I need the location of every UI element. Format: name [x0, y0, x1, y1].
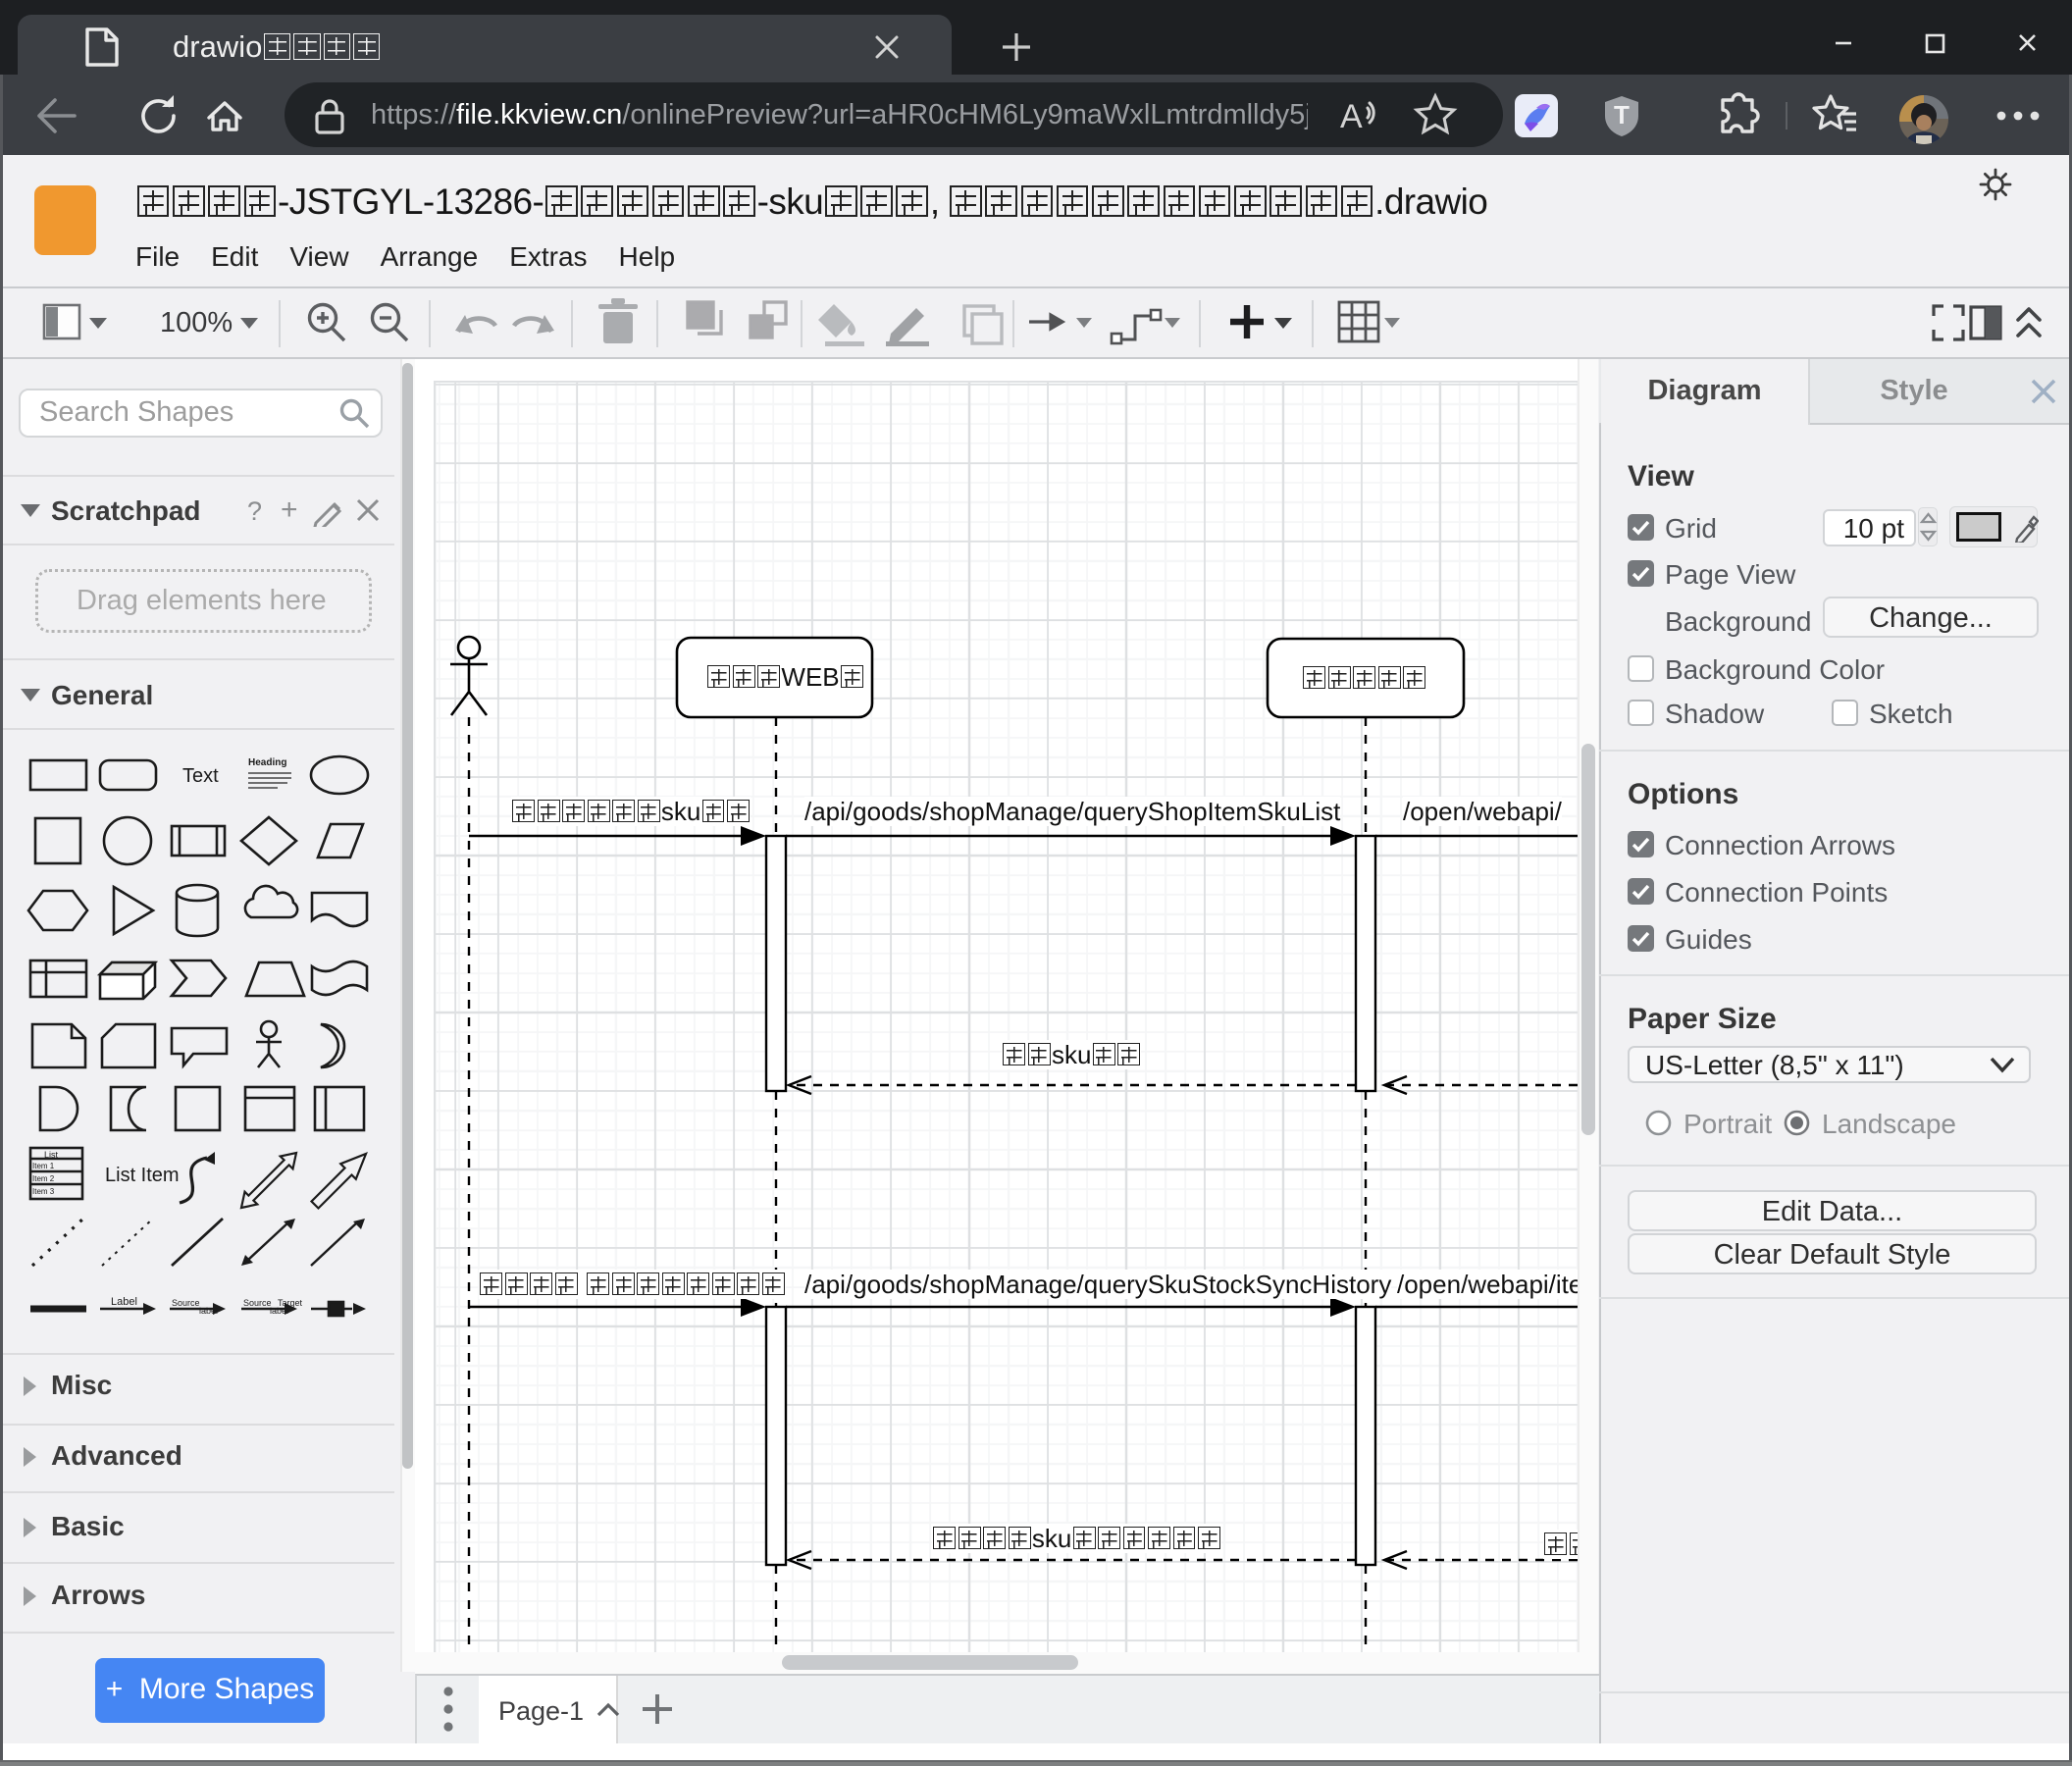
svg-text:label: label	[199, 1306, 218, 1316]
svg-text:Item 3: Item 3	[32, 1187, 55, 1196]
svg-text:Target: Target	[278, 1298, 303, 1308]
svg-text:Text: Text	[182, 765, 219, 787]
svg-text:List: List	[44, 1150, 59, 1160]
svg-text:Item 2: Item 2	[32, 1174, 55, 1183]
svg-text:Source: Source	[172, 1298, 200, 1308]
svg-text:100%: 100%	[160, 307, 233, 338]
svg-text:Item 1: Item 1	[32, 1162, 55, 1170]
svg-text:A: A	[1340, 98, 1363, 135]
svg-text:Label: Label	[111, 1296, 137, 1308]
svg-text:List Item: List Item	[105, 1165, 180, 1186]
svg-text:Source: Source	[243, 1298, 272, 1308]
svg-text:Heading: Heading	[248, 757, 286, 768]
svg-text:T: T	[1614, 100, 1630, 130]
